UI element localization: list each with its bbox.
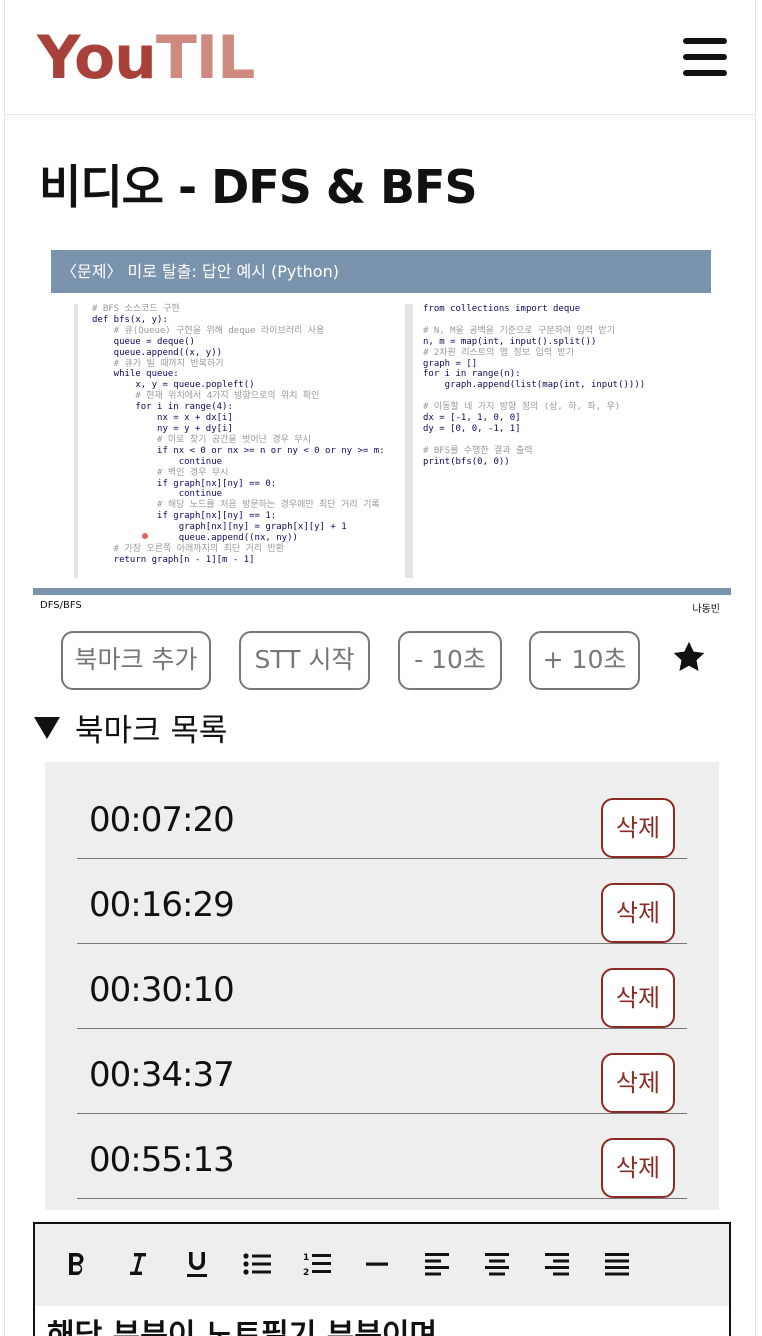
code-line: for i in range(n): bbox=[423, 369, 521, 380]
delete-bookmark-button[interactable]: 삭제 bbox=[601, 1053, 675, 1113]
bookmark-time[interactable]: 00:34:37 bbox=[89, 1055, 235, 1095]
code-line: # 해당 노드를 처음 방문하는 경우에만 최단 거리 기록 bbox=[92, 500, 380, 511]
stt-start-button[interactable]: STT 시작 bbox=[239, 631, 370, 690]
video-player[interactable]: 〈문제〉 미로 탈출: 답안 예시 (Python) # BFS 소스코드 구현… bbox=[32, 238, 731, 618]
code-line: graph[nx][ny] = graph[x][y] + 1 bbox=[92, 522, 347, 533]
delete-bookmark-button[interactable]: 삭제 bbox=[601, 1138, 675, 1198]
bookmark-list-header[interactable]: 북마크 목록 bbox=[33, 705, 227, 749]
video-controls: 북마크 추가 STT 시작 - 10초 + 10초 bbox=[61, 631, 721, 691]
code-line: # 큐(Queue) 구현을 위해 deque 라이브러리 사용 bbox=[92, 325, 325, 336]
bookmark-time[interactable]: 00:30:10 bbox=[89, 970, 235, 1010]
bookmark-row[interactable]: 00:30:10 삭제 bbox=[77, 944, 687, 1029]
code-line: n, m = map(int, input().split()) bbox=[423, 336, 597, 347]
bookmark-row[interactable]: 00:55:13 삭제 bbox=[77, 1114, 687, 1199]
logo-you: You bbox=[37, 23, 157, 93]
code-line: from collections import deque bbox=[423, 304, 581, 314]
code-line: # BFS를 수행한 결과 출력 bbox=[423, 445, 533, 456]
code-line: # 현재 위치에서 4가지 방향으로의 위치 확인 bbox=[92, 391, 320, 402]
code-line: if nx < 0 or nx >= n or ny < 0 or ny >= … bbox=[92, 445, 385, 456]
bookmark-time[interactable]: 00:55:13 bbox=[89, 1140, 235, 1180]
cursor-pointer-dot bbox=[142, 533, 148, 539]
bookmark-row[interactable]: 00:16:29 삭제 bbox=[77, 859, 687, 944]
slide-title: 〈문제〉 미로 탈출: 답안 예시 (Python) bbox=[51, 250, 711, 293]
horizontal-rule-icon[interactable] bbox=[355, 1242, 399, 1286]
svg-text:2: 2 bbox=[303, 1268, 309, 1277]
numbered-list-icon[interactable]: 12 bbox=[295, 1242, 339, 1286]
code-line: # N, M을 공백을 기준으로 구분하여 입력 받기 bbox=[423, 325, 616, 336]
code-line: queue.append((x, y)) bbox=[92, 347, 223, 358]
code-line: nx = x + dx[i] bbox=[92, 413, 233, 424]
code-line: # 2차원 리스트의 맵 정보 입력 받기 bbox=[423, 347, 574, 358]
bold-icon[interactable] bbox=[55, 1242, 99, 1286]
align-right-icon[interactable] bbox=[535, 1242, 579, 1286]
code-line: x, y = queue.popleft() bbox=[92, 380, 255, 391]
code-line: continue bbox=[92, 456, 223, 467]
code-line: graph.append(list(map(int, input()))) bbox=[423, 380, 646, 391]
delete-bookmark-button[interactable]: 삭제 bbox=[601, 968, 675, 1028]
forward-10-button[interactable]: + 10초 bbox=[529, 631, 640, 690]
editor-content[interactable]: 해당 부분이 노트필기 부분이며 bbox=[47, 1310, 437, 1336]
code-line: # 이동할 네 가지 방향 정의 (상, 하, 좌, 우) bbox=[423, 402, 621, 413]
align-center-icon[interactable] bbox=[475, 1242, 519, 1286]
code-line: # BFS 소스코드 구현 bbox=[92, 304, 180, 314]
svg-text:1: 1 bbox=[303, 1253, 309, 1263]
code-line: ny = y + dy[i] bbox=[92, 423, 233, 434]
delete-bookmark-button[interactable]: 삭제 bbox=[601, 883, 675, 943]
code-line: continue bbox=[92, 489, 223, 500]
code-block-left: # BFS 소스코드 구현 def bfs(x, y): # 큐(Queue) 구… bbox=[74, 304, 385, 578]
code-line: while queue: bbox=[92, 369, 179, 380]
code-line: # 벽인 경우 무시 bbox=[92, 467, 229, 478]
code-line: dy = [0, 0, -1, 1] bbox=[423, 423, 521, 434]
bookmark-time[interactable]: 00:16:29 bbox=[89, 885, 235, 925]
hamburger-menu-icon[interactable] bbox=[683, 38, 727, 76]
add-bookmark-button[interactable]: 북마크 추가 bbox=[61, 631, 211, 690]
page-title: 비디오 - DFS & BFS bbox=[39, 160, 478, 214]
code-line: if graph[nx][ny] == 0: bbox=[92, 478, 277, 489]
code-line: graph = [] bbox=[423, 358, 478, 369]
code-line: queue = deque() bbox=[92, 336, 195, 347]
triangle-down-icon bbox=[34, 717, 60, 739]
video-footer-author: 나동빈 bbox=[692, 604, 720, 615]
video-footer-topic: DFS/BFS bbox=[40, 600, 82, 611]
underline-icon[interactable] bbox=[175, 1242, 219, 1286]
rewind-10-button[interactable]: - 10초 bbox=[398, 631, 502, 690]
bullet-list-icon[interactable] bbox=[235, 1242, 279, 1286]
code-line: # 미로 찾기 공간을 벗어난 경우 무시 bbox=[92, 434, 311, 445]
code-block-right: from collections import deque # N, M을 공백… bbox=[405, 304, 705, 578]
code-line: def bfs(x, y): bbox=[92, 314, 168, 325]
align-left-icon[interactable] bbox=[415, 1242, 459, 1286]
delete-bookmark-button[interactable]: 삭제 bbox=[601, 798, 675, 858]
bookmark-row[interactable]: 00:07:20 삭제 bbox=[77, 774, 687, 859]
code-line: # 큐가 빌 때까지 반복하기 bbox=[92, 358, 224, 369]
align-justify-icon[interactable] bbox=[595, 1242, 639, 1286]
editor-toolbar: 12 bbox=[35, 1224, 729, 1306]
code-line: print(bfs(0, 0)) bbox=[423, 456, 510, 467]
code-line: queue.append((nx, ny)) bbox=[92, 533, 298, 544]
star-icon[interactable] bbox=[671, 639, 707, 675]
bookmark-row[interactable]: 00:34:37 삭제 bbox=[77, 1029, 687, 1114]
video-progress-bar[interactable] bbox=[33, 588, 731, 595]
bookmark-list-title: 북마크 목록 bbox=[75, 712, 228, 749]
bookmark-time[interactable]: 00:07:20 bbox=[89, 800, 235, 840]
logo-til: TIL bbox=[155, 23, 255, 93]
app-logo[interactable]: YouTIL bbox=[37, 22, 255, 94]
code-line: for i in range(4): bbox=[92, 402, 233, 413]
bookmark-list: 00:07:20 삭제 00:16:29 삭제 00:30:10 삭제 00:3… bbox=[45, 762, 719, 1210]
app-frame: YouTIL 비디오 - DFS & BFS 〈문제〉 미로 탈출: 답안 예시… bbox=[4, 0, 756, 1336]
note-editor: 12 해당 부분이 노트필기 부분이며 bbox=[33, 1222, 731, 1336]
code-line: dx = [-1, 1, 0, 0] bbox=[423, 413, 521, 424]
code-line: if graph[nx][ny] == 1: bbox=[92, 511, 277, 522]
code-line: return graph[n - 1][m - 1] bbox=[92, 554, 255, 565]
code-line: # 가장 오른쪽 아래까지의 최단 거리 반환 bbox=[92, 543, 285, 554]
italic-icon[interactable] bbox=[115, 1242, 159, 1286]
app-header: YouTIL bbox=[5, 0, 755, 115]
